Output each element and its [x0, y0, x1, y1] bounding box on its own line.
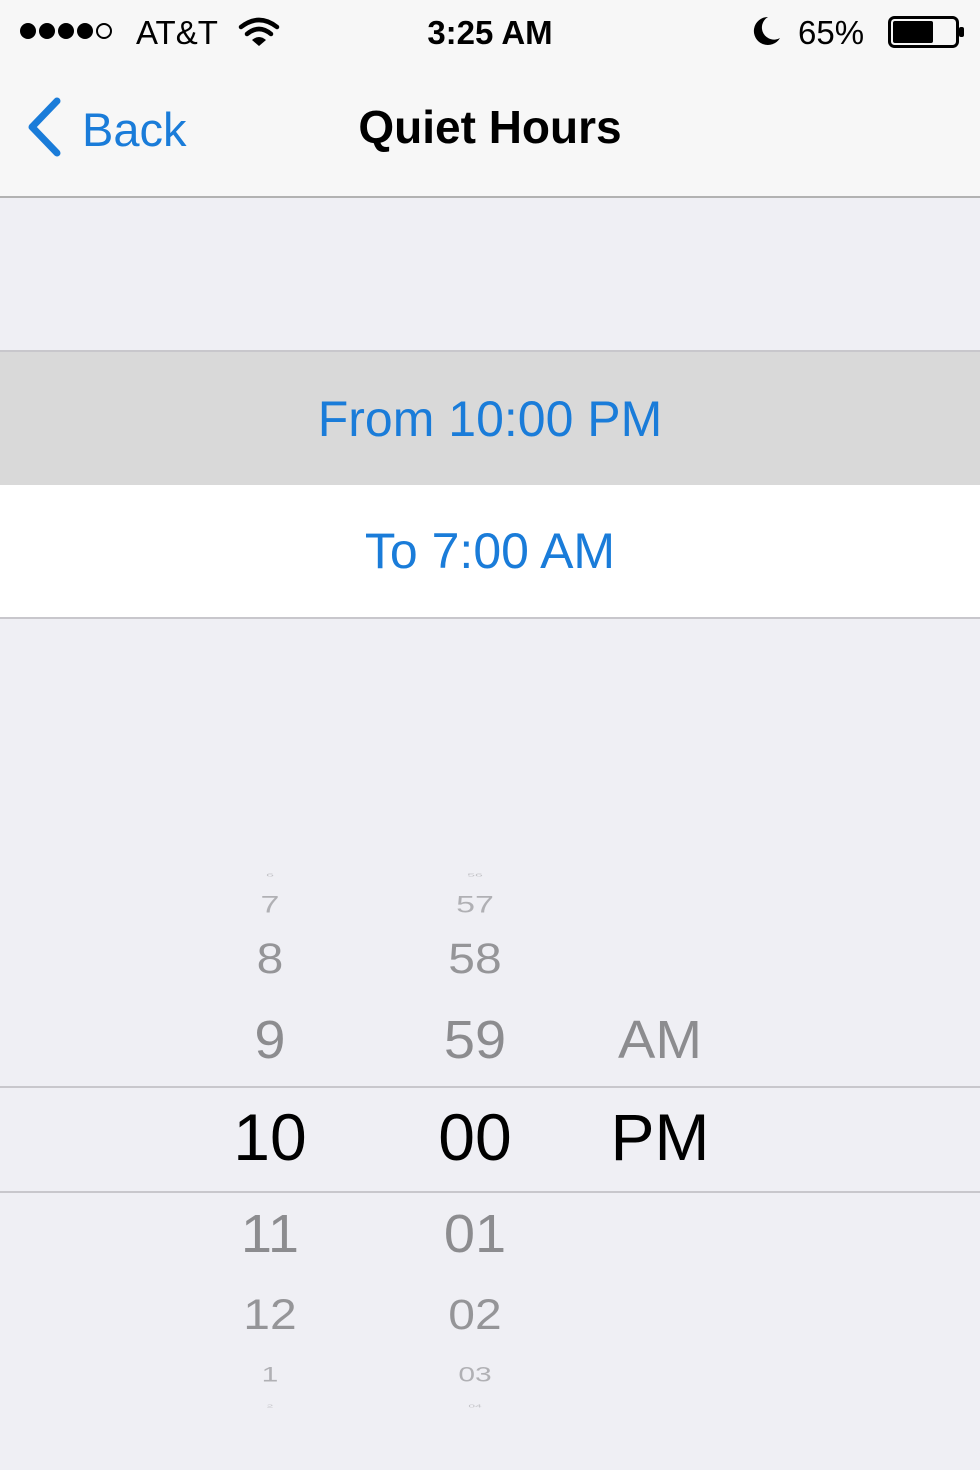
time-picker: 6 7 8 9 10 11 12 1 2 56 57 58 59 00 01 02 03 04 AM PM [0, 860, 980, 1420]
hour-option[interactable]: 12 [180, 1294, 360, 1337]
minute-option[interactable]: 56 [385, 873, 565, 878]
page-title: Quiet Hours [358, 101, 622, 153]
hour-option[interactable]: 6 [180, 873, 360, 878]
minute-option[interactable]: 01 [385, 1207, 565, 1261]
minute-option[interactable]: 57 [385, 893, 565, 917]
hour-option[interactable]: 2 [180, 1404, 360, 1408]
hour-option-selected[interactable]: 10 [180, 1104, 360, 1170]
navigation-bar: Back Quiet Hours [0, 64, 980, 198]
hour-wheel[interactable]: 6 7 8 9 10 11 12 1 2 [180, 860, 360, 1420]
from-time-row[interactable]: From 10:00 PM [0, 350, 980, 485]
hour-option[interactable]: 7 [180, 893, 360, 917]
hour-option[interactable]: 1 [180, 1364, 360, 1386]
battery-icon [888, 16, 966, 53]
from-time-label: From 10:00 PM [317, 390, 663, 447]
hour-option[interactable]: 9 [180, 1013, 360, 1067]
status-bar: AT&T 3:25 AM 65% [0, 0, 980, 64]
minute-option-selected[interactable]: 00 [385, 1104, 565, 1170]
minute-wheel[interactable]: 56 57 58 59 00 01 02 03 04 [385, 860, 565, 1420]
minute-option[interactable]: 03 [385, 1364, 565, 1386]
to-time-row[interactable]: To 7:00 AM [0, 485, 980, 619]
minute-option[interactable]: 04 [385, 1404, 565, 1408]
period-option[interactable]: AM [570, 1013, 750, 1067]
hour-option[interactable]: 11 [180, 1207, 360, 1261]
period-option-selected[interactable]: PM [570, 1104, 750, 1170]
to-time-label: To 7:00 AM [364, 523, 616, 579]
hour-option[interactable]: 8 [180, 938, 360, 981]
am-pm-wheel[interactable]: AM PM [570, 860, 750, 1420]
minute-option[interactable]: 02 [385, 1294, 565, 1337]
moon-icon [752, 15, 782, 52]
minute-option[interactable]: 59 [385, 1013, 565, 1067]
battery-percent: 65% [798, 14, 865, 51]
minute-option[interactable]: 58 [385, 938, 565, 981]
